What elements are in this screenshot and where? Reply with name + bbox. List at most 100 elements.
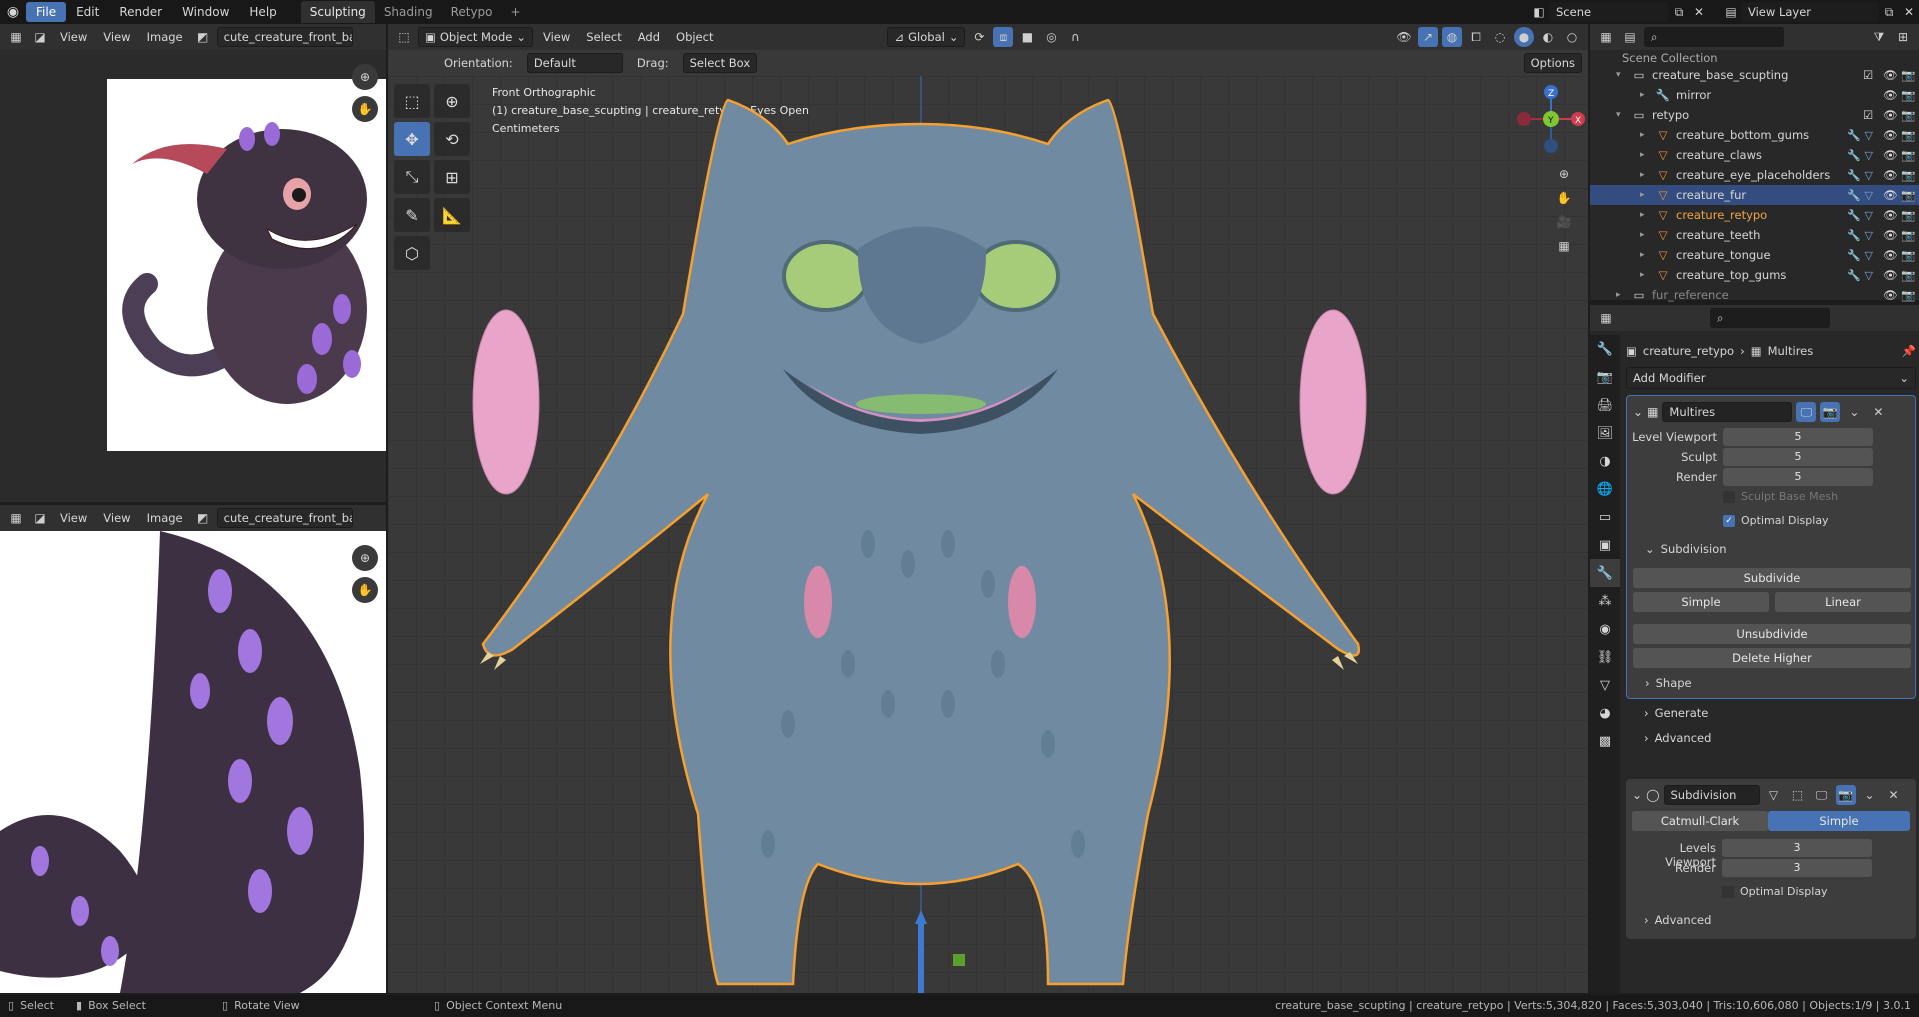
view-dropdown[interactable]: View: [54, 27, 93, 47]
close-icon[interactable]: ✕: [1868, 402, 1888, 422]
physics-tab-icon[interactable]: ◉: [1590, 615, 1620, 643]
expand-right-icon[interactable]: ▸: [1640, 250, 1654, 260]
exclude-checkbox-icon[interactable]: ☑: [1863, 68, 1877, 82]
pan-hand-icon[interactable]: ✋: [352, 96, 378, 122]
optimal-display-checkbox[interactable]: ✓ Optimal Display: [1723, 514, 1829, 527]
edit-mode-icon[interactable]: ⬚: [1788, 785, 1808, 805]
scene-selector[interactable]: Scene: [1549, 2, 1669, 22]
editor-type-icon[interactable]: ▦: [6, 508, 26, 528]
close-view-layer-icon[interactable]: ✕: [1899, 2, 1919, 22]
show-render-icon[interactable]: 📷: [1835, 785, 1856, 805]
subdivision-subpanel-header[interactable]: ⌄ Subdivision: [1645, 542, 1727, 556]
visibility-eye-icon[interactable]: 👁: [1883, 188, 1901, 202]
generate-subpanel-header[interactable]: › Generate: [1644, 706, 1708, 720]
modifier-data-icon[interactable]: 🔧 ▽: [1847, 169, 1873, 182]
simple-button[interactable]: Simple: [1768, 811, 1910, 831]
outliner-row[interactable]: ▾ ▭ retypo ☑ 👁 📷: [1590, 105, 1919, 125]
show-viewport-icon[interactable]: 🖵: [1812, 785, 1832, 805]
3d-viewport[interactable]: ⬚ ▣ Object Mode ⌄ View Select Add Object ⊿…: [388, 24, 1588, 993]
visibility-eye-icon[interactable]: 👁: [1883, 288, 1901, 302]
dropdown-chevron-icon[interactable]: ⌄: [1860, 785, 1880, 805]
visibility-eye-icon[interactable]: 👁: [1883, 168, 1901, 182]
new-collection-icon[interactable]: ⊞: [1893, 27, 1913, 47]
visibility-eye-icon[interactable]: 👁: [1883, 108, 1901, 122]
add-modifier-dropdown[interactable]: Add Modifier ⌄: [1626, 367, 1916, 389]
outliner-search-input[interactable]: ⌕: [1644, 27, 1784, 47]
render-level-field[interactable]: 3: [1722, 859, 1872, 877]
visibility-eye-icon[interactable]: 👁: [1883, 228, 1901, 242]
expand-right-icon[interactable]: ▸: [1616, 290, 1630, 300]
view-layer-icon[interactable]: ▤: [1721, 2, 1741, 22]
object-tab-icon[interactable]: ▣: [1590, 531, 1620, 559]
advanced-subpanel-header[interactable]: › Advanced: [1644, 913, 1711, 927]
view-layer-selector[interactable]: View Layer: [1741, 2, 1879, 22]
expand-down-icon[interactable]: ▾: [1616, 110, 1630, 120]
copy-scene-icon[interactable]: ⧉: [1669, 2, 1689, 22]
ortho-grid-icon[interactable]: ▦: [1554, 236, 1574, 256]
modifier-tab-icon[interactable]: 🔧: [1590, 559, 1620, 587]
constraints-tab-icon[interactable]: ⛓: [1590, 643, 1620, 671]
outliner-row[interactable]: ▸ ▽ creature_eye_placeholders 🔧 ▽ 👁 📷: [1590, 165, 1919, 185]
expand-right-icon[interactable]: ▸: [1640, 170, 1654, 180]
modifier-name-field[interactable]: Subdivision: [1663, 785, 1760, 805]
modifier-data-icon[interactable]: 🔧 ▽: [1847, 149, 1873, 162]
show-viewport-icon[interactable]: 🖵: [1796, 402, 1817, 422]
simple-button[interactable]: Simple: [1633, 592, 1769, 612]
advanced-subpanel-header[interactable]: › Advanced: [1644, 731, 1711, 745]
menu-image[interactable]: Image: [141, 27, 189, 47]
editor-type-icon[interactable]: ▦: [1596, 27, 1616, 47]
render-camera-icon[interactable]: 📷: [1901, 288, 1919, 302]
render-camera-icon[interactable]: 📷: [1901, 228, 1919, 242]
show-render-icon[interactable]: 📷: [1820, 402, 1841, 422]
editor-type-icon[interactable]: ▦: [1596, 308, 1616, 328]
menu-render[interactable]: Render: [109, 2, 172, 22]
visibility-eye-icon[interactable]: 👁: [1883, 88, 1901, 102]
unsubdivide-button[interactable]: Unsubdivide: [1633, 624, 1911, 644]
scene-icon[interactable]: ◧: [1529, 2, 1549, 22]
tool-tab-icon[interactable]: 🔧: [1590, 335, 1620, 363]
blender-logo-icon[interactable]: ◉: [0, 0, 26, 24]
outliner-row[interactable]: ▾ ▭ creature_base_scupting ☑ 👁 📷: [1590, 65, 1919, 85]
modifier-data-icon[interactable]: 🔧 ▽: [1847, 189, 1873, 202]
expand-right-icon[interactable]: ▸: [1640, 90, 1654, 100]
outliner-row[interactable]: ▸ ▭ fur_reference 👁 📷: [1590, 285, 1919, 305]
outliner-row[interactable]: ▸ 🔧 mirror 👁 📷: [1590, 85, 1919, 105]
image-mode-icon[interactable]: ◪: [30, 508, 50, 528]
visibility-eye-icon[interactable]: 👁: [1883, 268, 1901, 282]
modifier-data-icon[interactable]: 🔧 ▽: [1847, 209, 1873, 222]
texture-tab-icon[interactable]: ▩: [1590, 727, 1620, 755]
delete-higher-button[interactable]: Delete Higher: [1633, 648, 1911, 668]
sculpt-base-mesh-checkbox[interactable]: Sculpt Base Mesh: [1723, 490, 1838, 503]
expand-right-icon[interactable]: ▸: [1640, 190, 1654, 200]
modifier-data-icon[interactable]: 🔧 ▽: [1847, 249, 1873, 262]
render-camera-icon[interactable]: 📷: [1901, 248, 1919, 262]
zoom-icon[interactable]: ⊕: [352, 64, 378, 90]
collapse-chevron-icon[interactable]: ⌄: [1632, 788, 1642, 802]
collection-tab-icon[interactable]: ▭: [1590, 503, 1620, 531]
modifier-name-field[interactable]: Multires: [1662, 402, 1793, 422]
copy-view-layer-icon[interactable]: ⧉: [1879, 2, 1899, 22]
render-camera-icon[interactable]: 📷: [1901, 188, 1919, 202]
expand-right-icon[interactable]: ▸: [1640, 150, 1654, 160]
collapse-chevron-icon[interactable]: ⌄: [1633, 405, 1643, 419]
render-camera-icon[interactable]: 📷: [1901, 148, 1919, 162]
display-mode-icon[interactable]: ▤: [1620, 27, 1640, 47]
shape-subpanel-header[interactable]: › Shape: [1645, 676, 1692, 690]
outliner-row[interactable]: ▸ ▽ creature_top_gums 🔧 ▽ 👁 📷: [1590, 265, 1919, 285]
on-cage-icon[interactable]: ▽: [1764, 785, 1784, 805]
editor-type-icon[interactable]: ▦: [6, 27, 26, 47]
camera-icon[interactable]: 🎥: [1554, 212, 1574, 232]
scene-collection-row[interactable]: Scene Collection: [1590, 51, 1919, 65]
outliner-row[interactable]: ▸ ▽ creature_fur 🔧 ▽ 👁 📷: [1590, 185, 1919, 205]
outliner-row[interactable]: ▸ ▽ creature_teeth 🔧 ▽ 👁 📷: [1590, 225, 1919, 245]
material-tab-icon[interactable]: ◕: [1590, 699, 1620, 727]
image-mode-icon[interactable]: ◪: [30, 27, 50, 47]
particles-tab-icon[interactable]: ⁂: [1590, 587, 1620, 615]
zoom-icon[interactable]: ⊕: [1554, 164, 1574, 184]
render-tab-icon[interactable]: 📷: [1590, 363, 1620, 391]
catmull-clark-button[interactable]: Catmull-Clark: [1632, 811, 1768, 831]
pan-hand-icon[interactable]: ✋: [1554, 188, 1574, 208]
outliner-row[interactable]: ▸ ▽ creature_bottom_gums 🔧 ▽ 👁 📷: [1590, 125, 1919, 145]
menu-help[interactable]: Help: [239, 2, 286, 22]
properties-search-input[interactable]: ⌕: [1710, 308, 1830, 328]
